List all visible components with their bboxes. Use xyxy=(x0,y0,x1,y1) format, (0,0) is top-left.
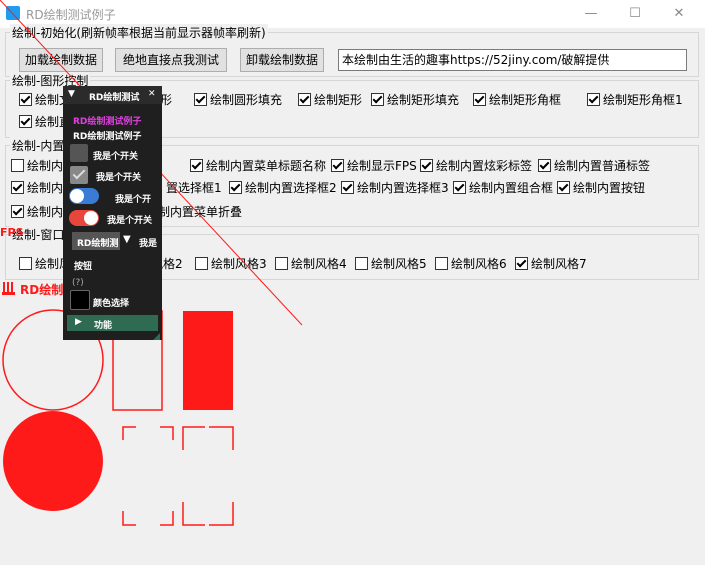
rainbow-label: RD绘制测试例子 xyxy=(73,117,142,127)
switch-square-off[interactable] xyxy=(70,144,88,162)
overlay-title: RD绘制测试 xyxy=(89,93,140,103)
collapse-arrow-icon[interactable]: ▼ xyxy=(68,89,75,99)
help-marker[interactable]: (?) xyxy=(72,278,84,288)
drawn-rect-fill xyxy=(183,311,233,410)
combo-label: 我是 xyxy=(139,239,158,249)
switch-square-on[interactable] xyxy=(70,166,88,184)
drawn-corner-rect1 xyxy=(182,426,234,526)
chevron-down-icon[interactable]: ▼ xyxy=(123,234,131,245)
switch1-label: 我是个开关 xyxy=(93,152,139,162)
expand-arrow-icon[interactable]: ▶ xyxy=(75,317,82,327)
overlay-button[interactable]: 按钮 xyxy=(74,259,92,272)
color-picker-label: 颜色选择 xyxy=(93,299,130,309)
color-swatch[interactable] xyxy=(70,290,90,310)
drawn-circle-fill xyxy=(3,411,103,511)
normal-label: RD绘制测试例子 xyxy=(73,132,142,142)
canvas-logo-icon xyxy=(2,282,15,295)
combo-value: RD绘制测 xyxy=(77,239,119,249)
switch4-label: 我是个开关 xyxy=(107,216,153,226)
switch2-label: 我是个开关 xyxy=(96,173,142,183)
canvas-label: RD绘制 xyxy=(20,283,64,297)
resize-grip-icon[interactable] xyxy=(153,333,160,340)
toggle-switch-red[interactable] xyxy=(69,210,99,226)
overlay-menu[interactable]: ▼ RD绘制测试 ✕ RD绘制测试例子 RD绘制测试例子 我是个开关 我是个开关… xyxy=(63,86,162,340)
drawn-corner-rect xyxy=(122,426,174,526)
overlay-close-icon[interactable]: ✕ xyxy=(148,89,156,99)
switch3-label: 我是个开 xyxy=(115,195,152,205)
toggle-switch-blue[interactable] xyxy=(69,188,99,204)
function-section-label: 功能 xyxy=(94,321,113,331)
